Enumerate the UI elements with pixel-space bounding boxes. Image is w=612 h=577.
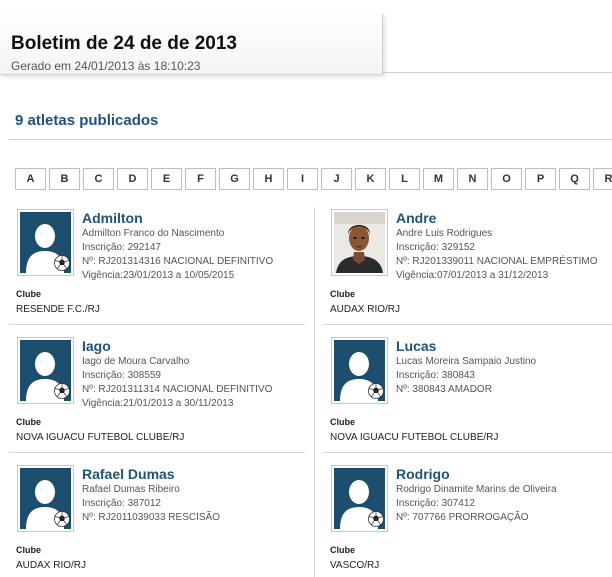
- club-label: Clube: [330, 289, 356, 299]
- page-title: Boletim de 24 de de 2013: [11, 33, 237, 54]
- athlete-card: Iago Iago de Moura Carvalho Inscrição: 308…: [16, 337, 311, 457]
- club-name: NOVA IGUACU FUTEBOL CLUBE/RJ: [16, 432, 185, 443]
- athlete-name-link[interactable]: Rafael Dumas: [82, 465, 312, 483]
- club-name: AUDAX RIO/RJ: [16, 560, 87, 571]
- letter-filter-a[interactable]: A: [15, 168, 46, 190]
- letter-filter-l[interactable]: L: [389, 168, 420, 190]
- athlete-card: Andre Andre Luis Rodrigues Inscrição: 3291…: [330, 209, 612, 329]
- letter-filter-k[interactable]: K: [355, 168, 386, 190]
- header-divider: [383, 72, 612, 73]
- athlete-contract-number: Nº: 707766 PRORROGAÇÃO: [396, 512, 529, 523]
- column-divider: [314, 207, 315, 577]
- letter-filter-c[interactable]: C: [83, 168, 114, 190]
- generated-timestamp: Gerado em 24/01/2013 às 18:10:23: [11, 59, 201, 73]
- athlete-full-name: Andre Luis Rodrigues: [396, 228, 493, 239]
- athletes-count: 9 atletas publicados: [15, 112, 159, 129]
- athlete-validity: Vigência:21/01/2013 a 30/11/2013: [82, 398, 234, 409]
- letter-filter-h[interactable]: H: [253, 168, 284, 190]
- athlete-info: Lucas Lucas Moreira Sampaio Justino Inscri…: [396, 337, 612, 397]
- letter-filter-i[interactable]: I: [287, 168, 318, 190]
- club-name: RESENDE F.C./RJ: [16, 304, 100, 315]
- athlete-photo[interactable]: [17, 209, 74, 276]
- player-placeholder-icon: [334, 340, 385, 401]
- letter-filter-n[interactable]: N: [457, 168, 488, 190]
- letter-filter-g[interactable]: G: [219, 168, 250, 190]
- athlete-info: Rafael Dumas Rafael Dumas Ribeiro Inscriçã…: [82, 465, 312, 525]
- letter-filter-f[interactable]: F: [185, 168, 216, 190]
- athlete-full-name: Rodrigo Dinamite Marins de Oliveira: [396, 484, 557, 495]
- club-label: Clube: [16, 545, 42, 555]
- bulletin-header: Boletim de 24 de de 2013 Gerado em 24/01…: [0, 14, 383, 75]
- athlete-photo[interactable]: [331, 465, 388, 532]
- athlete-registration: Inscrição: 387012: [82, 498, 161, 509]
- athlete-photo[interactable]: [17, 337, 74, 404]
- club-name: NOVA IGUACU FUTEBOL CLUBE/RJ: [330, 432, 499, 443]
- athlete-name-link[interactable]: Lucas: [396, 337, 612, 355]
- athlete-full-name: Admilton Franco do Nascimento: [82, 228, 225, 239]
- athlete-contract-number: Nº: 380843 AMADOR: [396, 384, 492, 395]
- letter-filter-b[interactable]: B: [49, 168, 80, 190]
- alphabet-filter: ABCDEFGHIJKLMNOPQR: [15, 168, 612, 191]
- athlete-card: Admilton Admilton Franco do Nascimento Ins…: [16, 209, 311, 329]
- athlete-registration: Inscrição: 308559: [82, 370, 161, 381]
- athlete-name-link[interactable]: Rodrigo: [396, 465, 612, 483]
- athlete-name-link[interactable]: Andre: [396, 209, 612, 227]
- club-label: Clube: [330, 417, 356, 427]
- athlete-card: Rafael Dumas Rafael Dumas Ribeiro Inscriçã…: [16, 465, 311, 577]
- count-divider: [9, 139, 612, 140]
- athlete-name-link[interactable]: Iago: [82, 337, 312, 355]
- athlete-contract-number: Nº: RJ201339011 NACIONAL EMPRÉSTIMO: [396, 256, 598, 267]
- athlete-info: Rodrigo Rodrigo Dinamite Marins de Olivei…: [396, 465, 612, 525]
- club-label: Clube: [330, 545, 356, 555]
- athlete-photo[interactable]: [331, 337, 388, 404]
- athlete-full-name: Iago de Moura Carvalho: [82, 356, 190, 367]
- athlete-validity: Vigência:23/01/2013 a 10/05/2015: [82, 270, 235, 281]
- athlete-registration: Inscrição: 329152: [396, 242, 475, 253]
- letter-filter-d[interactable]: D: [117, 168, 148, 190]
- letter-filter-o[interactable]: O: [491, 168, 522, 190]
- athlete-registration: Inscrição: 380843: [396, 370, 475, 381]
- athlete-full-name: Lucas Moreira Sampaio Justino: [396, 356, 537, 367]
- club-label: Clube: [16, 289, 42, 299]
- athlete-registration: Inscrição: 307412: [396, 498, 475, 509]
- letter-filter-m[interactable]: M: [423, 168, 454, 190]
- athlete-contract-number: Nº: RJ201311314 NACIONAL DEFINITIVO: [82, 384, 273, 395]
- letter-filter-q[interactable]: Q: [559, 168, 590, 190]
- letter-filter-p[interactable]: P: [525, 168, 556, 190]
- player-photo: [334, 212, 385, 273]
- player-placeholder-icon: [20, 212, 71, 273]
- athlete-validity: Vigência:07/01/2013 a 31/12/2013: [396, 270, 549, 281]
- athlete-contract-number: Nº: RJ2011039033 RESCISÃO: [82, 512, 220, 523]
- club-label: Clube: [16, 417, 42, 427]
- athlete-contract-number: Nº: RJ201314316 NACIONAL DEFINITIVO: [82, 256, 274, 267]
- athlete-info: Iago Iago de Moura Carvalho Inscrição: 308…: [82, 337, 312, 411]
- club-name: AUDAX RIO/RJ: [330, 304, 401, 315]
- athlete-card: Rodrigo Rodrigo Dinamite Marins de Olivei…: [330, 465, 612, 577]
- player-placeholder-icon: [334, 468, 385, 529]
- athlete-card: Lucas Lucas Moreira Sampaio Justino Inscri…: [330, 337, 612, 457]
- letter-filter-e[interactable]: E: [151, 168, 182, 190]
- athlete-registration: Inscrição: 292147: [82, 242, 161, 253]
- player-placeholder-icon: [20, 340, 71, 401]
- letter-filter-j[interactable]: J: [321, 168, 352, 190]
- athlete-info: Andre Andre Luis Rodrigues Inscrição: 3291…: [396, 209, 612, 283]
- athlete-photo[interactable]: [331, 209, 388, 276]
- club-name: VASCO/RJ: [330, 560, 380, 571]
- player-placeholder-icon: [20, 468, 71, 529]
- athlete-full-name: Rafael Dumas Ribeiro: [82, 484, 180, 495]
- athlete-photo[interactable]: [17, 465, 74, 532]
- athlete-info: Admilton Admilton Franco do Nascimento Ins…: [82, 209, 312, 283]
- athlete-name-link[interactable]: Admilton: [82, 209, 312, 227]
- letter-filter-r[interactable]: R: [593, 168, 612, 190]
